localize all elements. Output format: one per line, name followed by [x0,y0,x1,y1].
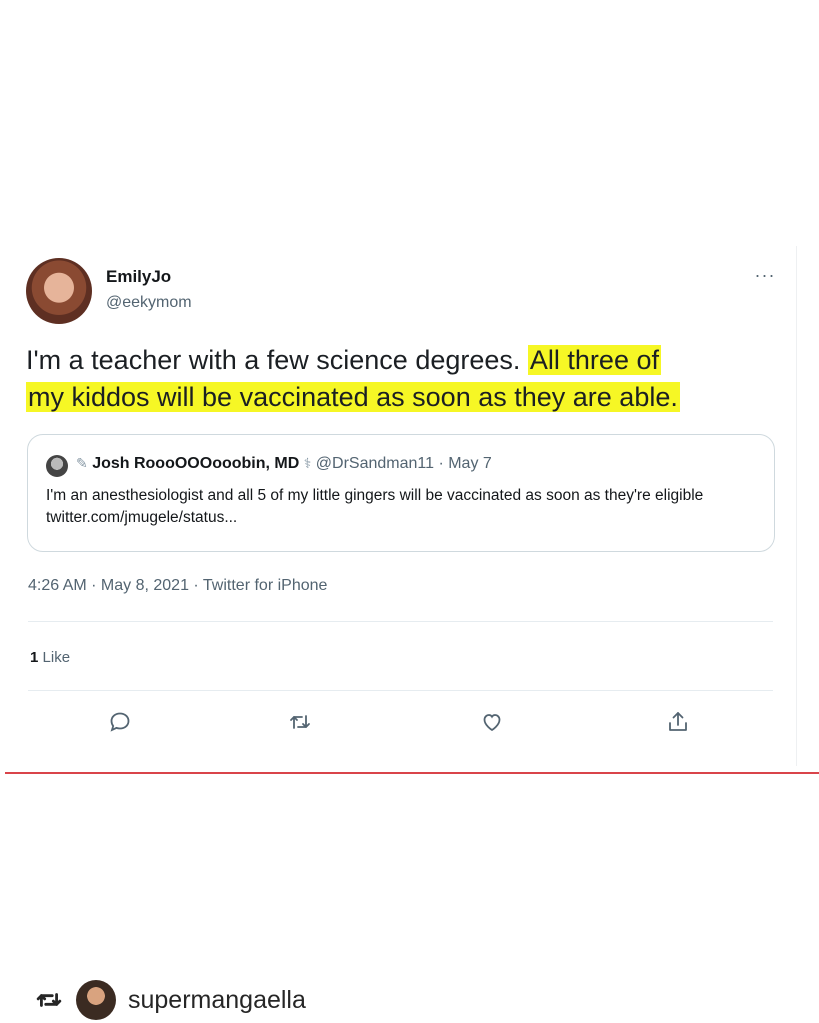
author-name[interactable]: EmilyJo [106,267,171,287]
red-divider-line [5,772,819,774]
repost-icon [36,993,62,1007]
tweet-card: EmilyJo @eekymom ··· I'm a teacher with … [18,246,797,766]
quoted-text: I'm an anesthesiologist and all 5 of my … [46,487,704,526]
quoted-tweet[interactable]: ✎ Josh RoooOOOooobin, MD ⚕ @DrSandman11 … [27,434,775,552]
tweet-text: I'm a teacher with a few science degrees… [26,342,796,416]
repost-username[interactable]: supermangaella [128,986,306,1015]
divider [28,621,773,622]
likes-number: 1 [30,649,39,666]
tweet-text-highlight-1: All three of [527,345,661,375]
quoted-header: ✎ Josh RoooOOOooobin, MD ⚕ @DrSandman11 … [76,455,492,473]
syringe-icon: ✎ [76,455,88,471]
like-button[interactable] [478,708,506,736]
likes-count[interactable]: 1 Like [30,649,70,666]
quoted-author-name: Josh RoooOOOooobin, MD [92,455,300,472]
share-button[interactable] [664,708,692,736]
tweet-timestamp[interactable]: 4:26 AM · May 8, 2021 · Twitter for iPho… [28,577,327,595]
retweet-button[interactable] [286,708,314,736]
author-avatar[interactable] [26,258,92,324]
stethoscope-icon: ⚕ [303,455,312,471]
reply-button[interactable] [106,708,134,736]
reply-icon [110,712,130,732]
repost-avatar[interactable] [76,980,116,1020]
divider [28,690,773,691]
share-icon [669,712,687,731]
repost-attribution[interactable]: supermangaella [36,978,306,1022]
quoted-author-meta: @DrSandman11 · May 7 [315,455,492,472]
quoted-author-avatar [46,455,68,477]
retweet-icon [290,715,310,729]
more-options-button[interactable]: ··· [750,264,780,286]
likes-label: Like [42,649,71,666]
like-icon [483,714,501,732]
tweet-text-plain: I'm a teacher with a few science degrees… [26,345,528,375]
tweet-text-highlight-2: my kiddos will be vaccinated as soon as … [26,382,680,412]
author-handle[interactable]: @eekymom [106,294,192,312]
